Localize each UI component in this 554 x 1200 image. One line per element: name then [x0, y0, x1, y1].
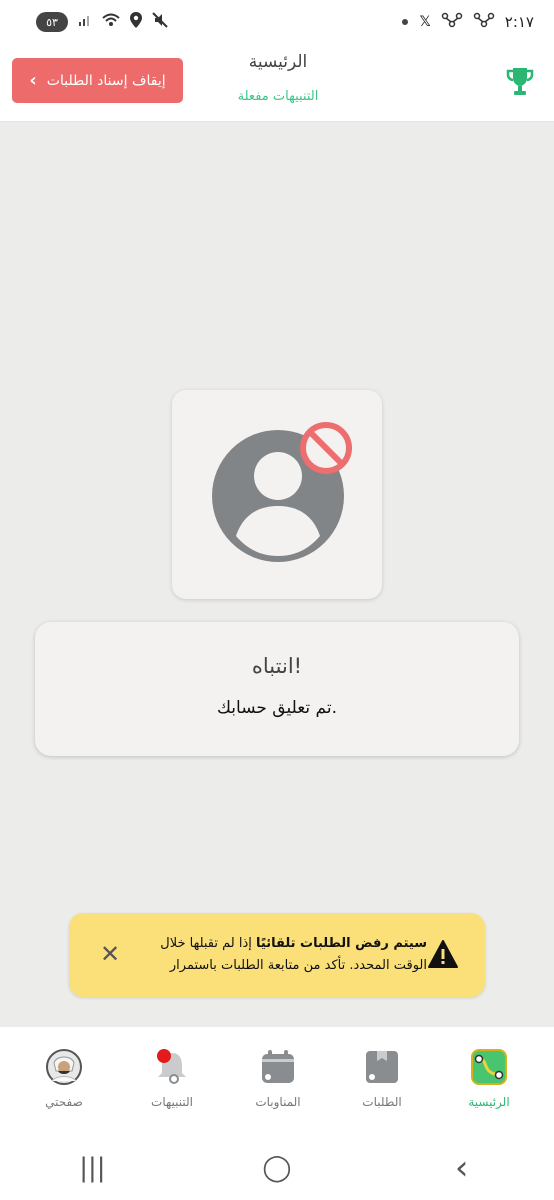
- back-button[interactable]: ‹: [432, 1148, 492, 1188]
- profile-avatar-icon: [46, 1049, 82, 1085]
- app-notification-icon-2: [473, 12, 495, 32]
- status-time: ٢:١٧: [504, 13, 534, 31]
- app-notification-icon: [441, 12, 463, 32]
- location-icon: [130, 12, 142, 32]
- dot-icon: [401, 14, 409, 30]
- nav-item-orders[interactable]: الطلبات: [342, 1049, 422, 1109]
- wifi-icon: [102, 13, 120, 31]
- nav-item-profile[interactable]: صفحتي: [24, 1049, 104, 1109]
- home-route-icon: [471, 1049, 507, 1085]
- suspended-avatar-card: [172, 390, 382, 599]
- alert-title: انتباه!: [251, 654, 303, 678]
- notifications-status: التنبيهات مفعلة: [237, 89, 319, 104]
- x-app-icon: 𝕏: [419, 14, 431, 30]
- battery-indicator: ٥٣: [36, 12, 68, 32]
- shifts-calendar-icon: [260, 1049, 296, 1085]
- page-title: الرئيسية: [248, 52, 308, 72]
- alert-message: تم تعليق حسابك.: [216, 698, 338, 718]
- status-bar: ٥٣ 𝕏 ٢:١٧: [0, 0, 554, 44]
- close-icon[interactable]: ✕: [97, 941, 123, 967]
- nav-label-shifts: المناوبات: [255, 1095, 301, 1109]
- recents-button[interactable]: |||: [62, 1153, 122, 1183]
- home-button[interactable]: ◯: [247, 1153, 307, 1183]
- nav-item-shifts[interactable]: المناوبات: [238, 1049, 318, 1109]
- bottom-navigation: الرئيسية الطلبات المناوبات التنبيهات صفح…: [0, 1027, 554, 1135]
- nav-item-home[interactable]: الرئيسية: [449, 1049, 529, 1109]
- blocked-icon: [300, 422, 352, 474]
- stop-button-label: إيقاف إسناد الطلبات: [46, 72, 166, 89]
- app-header: ‹ إيقاف إسناد الطلبات الرئيسية التنبيهات…: [0, 44, 554, 122]
- nav-label-home: الرئيسية: [468, 1095, 510, 1109]
- orders-icon: [364, 1049, 400, 1085]
- warning-triangle-icon: [427, 939, 459, 969]
- trophy-icon[interactable]: [506, 66, 534, 98]
- nav-item-notifications[interactable]: التنبيهات: [132, 1049, 212, 1109]
- account-suspended-alert: انتباه! تم تعليق حسابك.: [35, 622, 519, 756]
- warning-text: سيتم رفض الطلبات تلقائيًا إذا لم تقبلها …: [127, 933, 427, 977]
- signal-icon: [78, 13, 92, 31]
- nav-label-notifications: التنبيهات: [151, 1095, 193, 1109]
- system-navigation-bar: ||| ◯ ‹: [0, 1135, 554, 1200]
- warning-bold-text: سيتم رفض الطلبات تلقائيًا: [256, 936, 427, 951]
- mute-icon: [152, 12, 168, 32]
- nav-label-profile: صفحتي: [45, 1095, 83, 1109]
- auto-reject-warning-banner: سيتم رفض الطلبات تلقائيًا إذا لم تقبلها …: [69, 913, 485, 997]
- stop-assigning-orders-button[interactable]: ‹ إيقاف إسناد الطلبات: [12, 58, 183, 103]
- notifications-bell-icon: [154, 1049, 190, 1085]
- nav-label-orders: الطلبات: [362, 1095, 402, 1109]
- chevron-left-icon: ‹: [29, 70, 37, 91]
